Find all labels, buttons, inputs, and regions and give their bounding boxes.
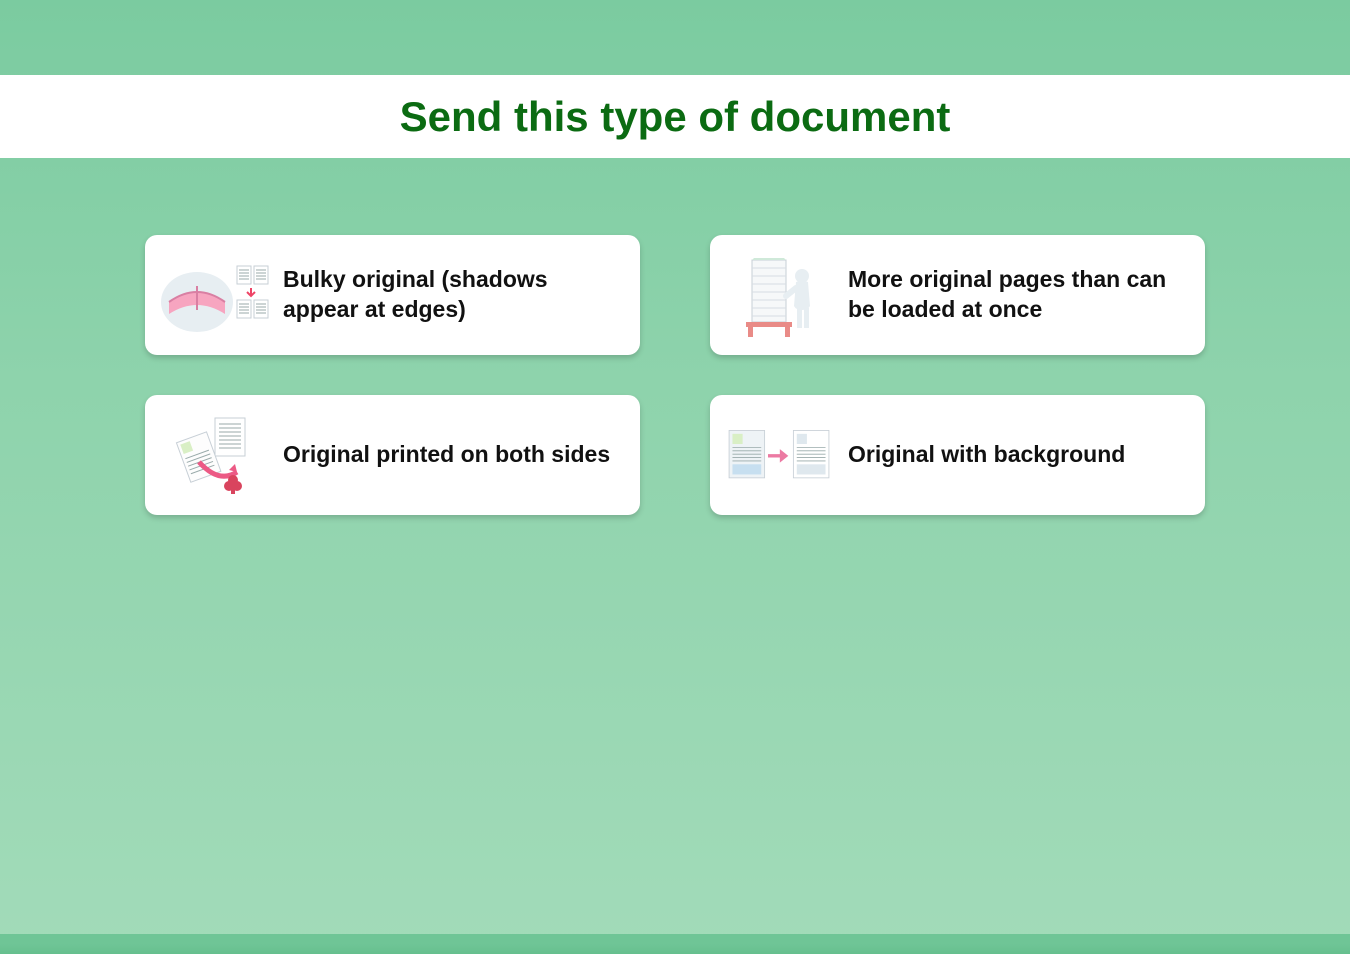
- background-removal-icon: [724, 412, 834, 498]
- bulky-original-icon: [159, 252, 269, 338]
- page-title: Send this type of document: [400, 93, 951, 141]
- footer-strip: [0, 934, 1350, 954]
- option-grid: Bulky original (shadows appear at edges): [0, 235, 1350, 515]
- title-band: Send this type of document: [0, 75, 1350, 158]
- option-more-pages[interactable]: More original pages than can be loaded a…: [710, 235, 1205, 355]
- two-sided-icon: [159, 412, 269, 498]
- option-label: Bulky original (shadows appear at edges): [283, 265, 620, 325]
- option-bulky-original[interactable]: Bulky original (shadows appear at edges): [145, 235, 640, 355]
- option-label: Original with background: [848, 440, 1125, 470]
- option-label: Original printed on both sides: [283, 440, 610, 470]
- option-label: More original pages than can be loaded a…: [848, 265, 1185, 325]
- option-two-sided[interactable]: Original printed on both sides: [145, 395, 640, 515]
- tall-stack-icon: [724, 252, 834, 338]
- option-with-background[interactable]: Original with background: [710, 395, 1205, 515]
